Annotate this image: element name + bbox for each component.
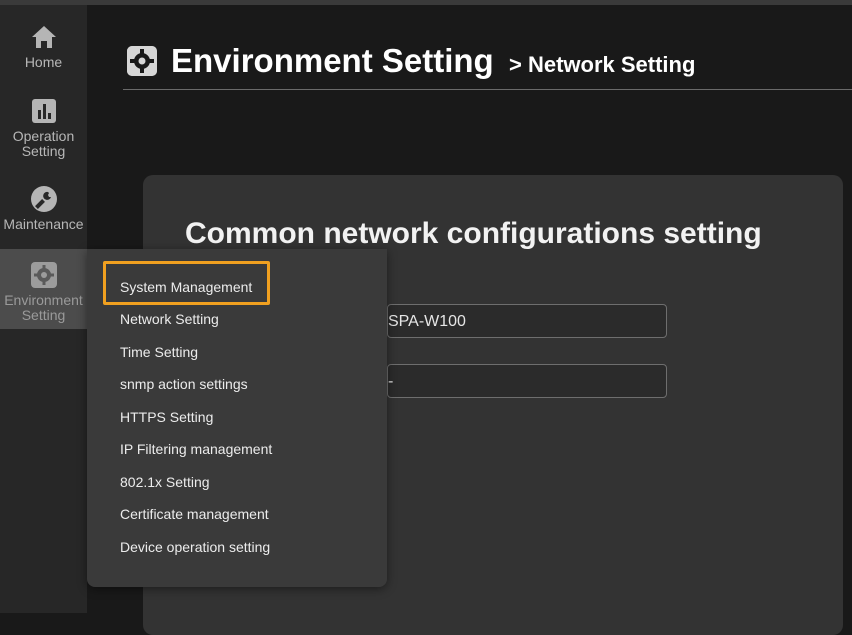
sidebar-item-label: Home [24,54,63,70]
location-field[interactable]: - [387,364,667,398]
sidebar-item-home[interactable]: Home [0,23,87,83]
menu-item-system-management[interactable]: System Management [120,277,252,297]
breadcrumb: > Network Setting [509,52,696,77]
device-name-field[interactable]: SPA-W100 [387,304,667,338]
sidebar-item-environment-setting[interactable]: Environment Setting [0,249,87,329]
gear-icon [127,46,157,76]
field-value: - [388,373,394,390]
menu-item-time-setting[interactable]: Time Setting [120,342,198,362]
sidebar-item-operation-setting[interactable]: Operation Setting [0,97,87,161]
title-divider [123,89,852,90]
panel-title: Common network configurations setting [185,217,762,250]
environment-submenu: System Management Network Setting Time S… [87,249,387,587]
menu-item-certificate-management[interactable]: Certificate management [120,504,269,524]
sidebar-item-maintenance[interactable]: Maintenance [0,185,87,235]
page-title: Environment Setting [171,42,494,79]
menu-item-8021x-setting[interactable]: 802.1x Setting [120,472,210,492]
chart-icon [31,99,56,123]
wrench-icon [30,186,57,212]
sidebar-item-label: Environment Setting [4,292,83,323]
field-value: SPA-W100 [388,313,466,330]
menu-item-snmp-action-settings[interactable]: snmp action settings [120,374,248,394]
menu-item-https-setting[interactable]: HTTPS Setting [120,407,213,427]
menu-item-network-setting[interactable]: Network Setting [120,309,219,329]
gear-icon [30,262,57,288]
sidebar-item-label: Operation Setting [12,128,75,159]
sidebar: Home Operation Setting Maintenance Envir… [0,5,87,613]
menu-item-ip-filtering-management[interactable]: IP Filtering management [120,439,272,459]
home-icon [31,26,56,48]
menu-item-device-operation-setting[interactable]: Device operation setting [120,537,270,557]
top-bar [0,0,852,5]
sidebar-item-label: Maintenance [3,216,84,232]
